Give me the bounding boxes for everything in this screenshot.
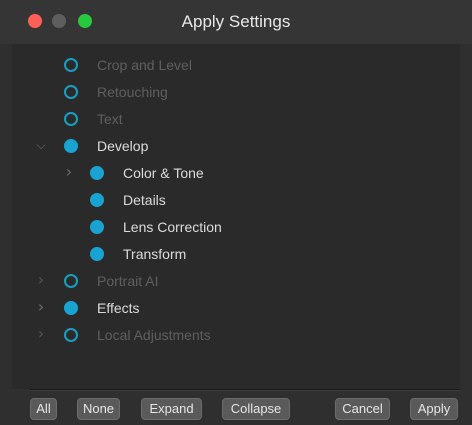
checkbox-circle-icon[interactable] bbox=[64, 274, 78, 288]
apply-button[interactable]: Apply bbox=[410, 398, 458, 420]
tree-item-retouching[interactable]: Retouching bbox=[12, 79, 460, 106]
all-button[interactable]: All bbox=[30, 398, 57, 420]
tree-item-crop-and-level[interactable]: Crop and Level bbox=[12, 52, 460, 79]
tree-item-details[interactable]: Details bbox=[12, 187, 460, 214]
tree-item-label: Develop bbox=[97, 138, 149, 154]
checkbox-circle-icon[interactable] bbox=[64, 328, 78, 342]
tree-item-text[interactable]: Text bbox=[12, 106, 460, 133]
apply-settings-window: Apply Settings Crop and Level Retouching… bbox=[0, 0, 472, 425]
tree-item-color-and-tone[interactable]: › Color & Tone bbox=[12, 160, 460, 187]
tree-item-develop[interactable]: ⌵ Develop bbox=[12, 133, 460, 160]
tree-item-lens-correction[interactable]: Lens Correction bbox=[12, 214, 460, 241]
tree-item-transform[interactable]: Transform bbox=[12, 241, 460, 268]
collapse-button[interactable]: Collapse bbox=[222, 398, 290, 420]
window-title: Apply Settings bbox=[181, 12, 291, 31]
cancel-button[interactable]: Cancel bbox=[335, 398, 390, 420]
none-button[interactable]: None bbox=[77, 398, 120, 420]
tree-item-label: Local Adjustments bbox=[97, 327, 211, 343]
tree-item-label: Details bbox=[123, 192, 166, 208]
checkbox-circle-icon[interactable] bbox=[64, 85, 78, 99]
tree-item-label: Retouching bbox=[97, 84, 168, 100]
checkbox-filled-icon[interactable] bbox=[90, 247, 104, 261]
tree-item-label: Effects bbox=[97, 300, 140, 316]
checkbox-filled-icon[interactable] bbox=[64, 139, 78, 153]
checkbox-filled-icon[interactable] bbox=[64, 301, 78, 315]
tree-item-label: Lens Correction bbox=[123, 219, 222, 235]
tree-item-label: Crop and Level bbox=[97, 57, 192, 73]
checkbox-filled-icon[interactable] bbox=[90, 193, 104, 207]
chevron-right-icon[interactable]: › bbox=[34, 325, 48, 343]
tree-item-label: Color & Tone bbox=[123, 165, 204, 181]
chevron-down-icon[interactable]: ⌵ bbox=[34, 136, 48, 154]
chevron-right-icon[interactable]: › bbox=[62, 163, 76, 181]
tree-item-label: Transform bbox=[123, 246, 187, 262]
chevron-right-icon[interactable]: › bbox=[34, 271, 48, 289]
checkbox-filled-icon[interactable] bbox=[90, 220, 104, 234]
divider bbox=[30, 390, 460, 391]
tree-item-label: Portrait AI bbox=[97, 273, 159, 289]
checkbox-circle-icon[interactable] bbox=[64, 112, 78, 126]
chevron-right-icon[interactable]: › bbox=[34, 298, 48, 316]
tree-item-effects[interactable]: › Effects bbox=[12, 295, 460, 322]
tree-item-local-adjustments[interactable]: › Local Adjustments bbox=[12, 322, 460, 349]
checkbox-circle-icon[interactable] bbox=[64, 58, 78, 72]
tree-item-portrait-ai[interactable]: › Portrait AI bbox=[12, 268, 460, 295]
settings-tree: Crop and Level Retouching Text ⌵ Develop… bbox=[12, 44, 460, 389]
expand-button[interactable]: Expand bbox=[141, 398, 202, 420]
tree-item-label: Text bbox=[97, 111, 123, 127]
checkbox-filled-icon[interactable] bbox=[90, 166, 104, 180]
title-bar: Apply Settings bbox=[0, 0, 472, 44]
